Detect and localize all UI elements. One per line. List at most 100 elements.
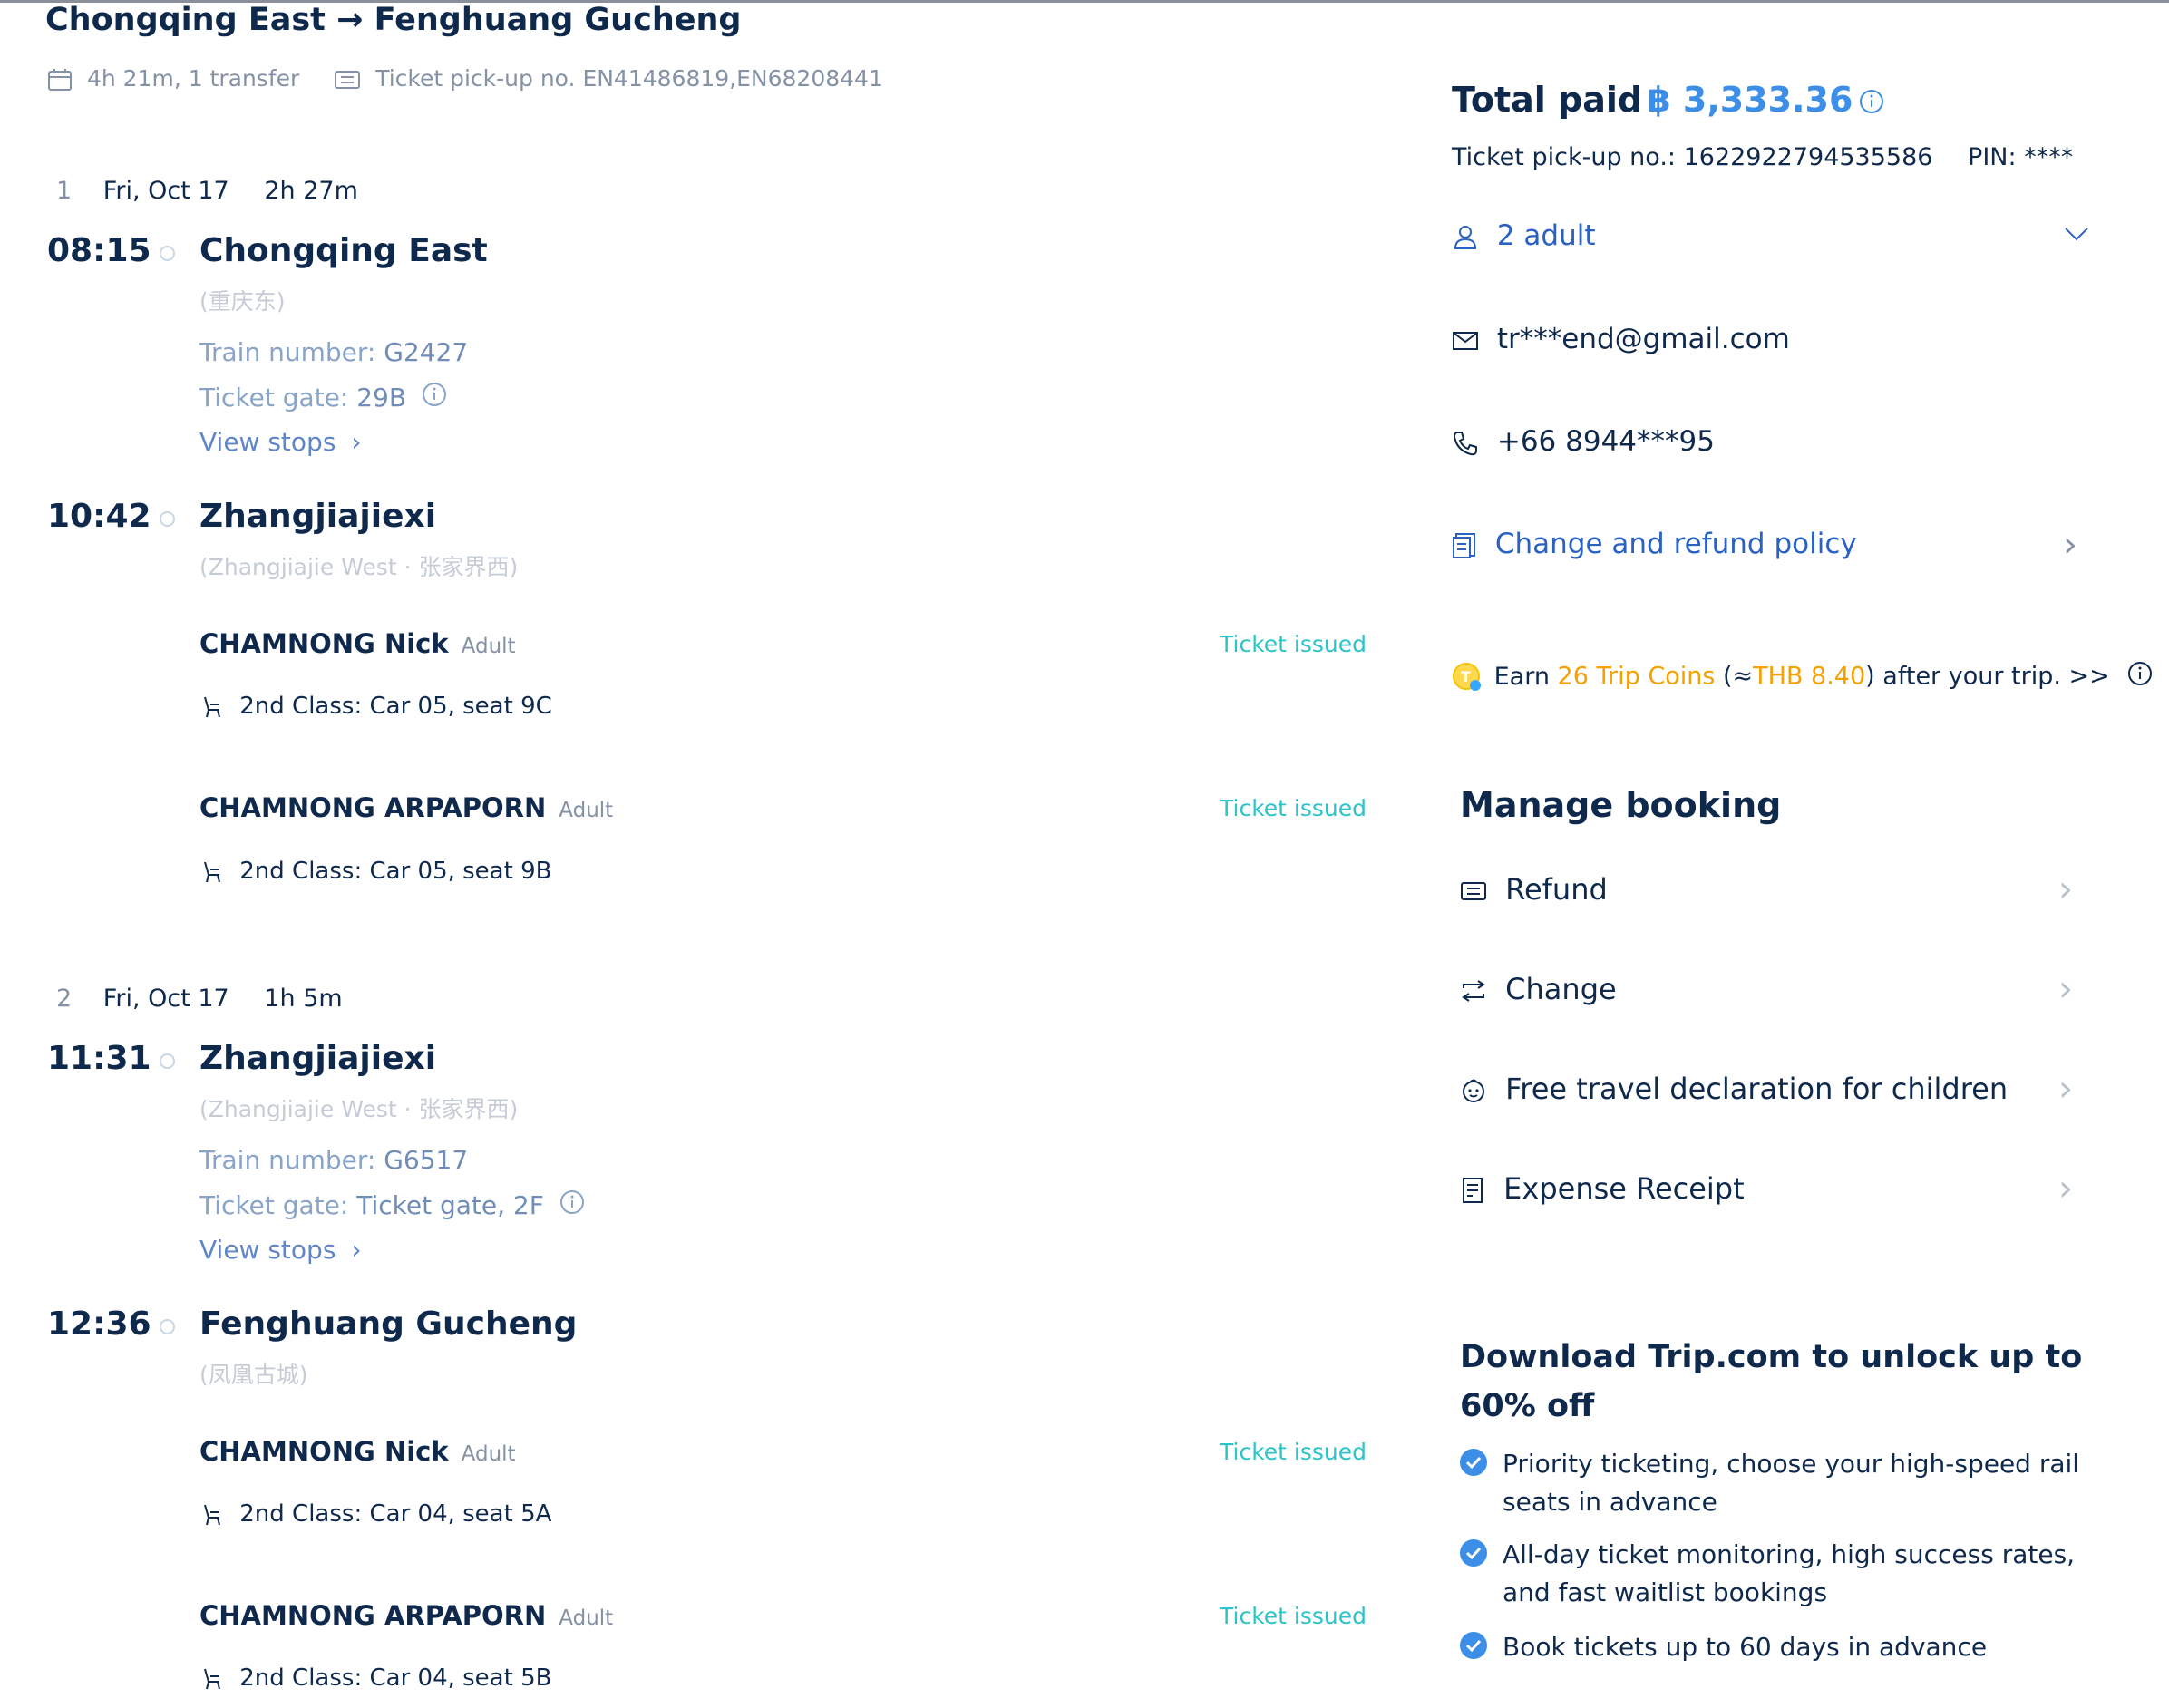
passenger-type: Adult xyxy=(461,635,516,658)
view-stops-label: View stops xyxy=(199,1235,336,1265)
seat-icon xyxy=(204,1668,220,1689)
route-destination: Fenghuang Gucheng xyxy=(374,2,742,38)
promo-bullet-text: Book tickets up to 60 days in advance xyxy=(1503,1632,1988,1662)
manage-booking-title: Manage booking xyxy=(1460,785,1782,825)
leg-index: 2 xyxy=(56,985,73,1013)
promo-bullet xyxy=(1459,1538,1488,1571)
manage-refund-label: Refund xyxy=(1505,872,1608,907)
check-circle-icon xyxy=(1460,1449,1487,1476)
passenger-name: CHAMNONG Nick Adult xyxy=(199,1436,516,1467)
depart-station: Chongqing East xyxy=(199,232,488,269)
manage-refund[interactable]: Refund xyxy=(1460,872,1608,907)
leg-duration: 1h 5m xyxy=(264,985,343,1013)
passenger-count[interactable]: 2 adult xyxy=(1452,219,1596,252)
pickup-numbers: EN41486819,EN68208441 xyxy=(582,65,883,92)
train-number-label: Train number: xyxy=(199,1145,376,1175)
arrive-station: Zhangjiajiexi xyxy=(199,498,437,535)
seat-icon xyxy=(204,1504,220,1525)
change-refund-policy-link[interactable]: Change and refund policy xyxy=(1452,528,1857,560)
chevron-right-icon[interactable]: › xyxy=(2058,1068,2073,1110)
phone-value: +66 8944***95 xyxy=(1496,425,1715,458)
check-circle-icon xyxy=(1460,1539,1487,1567)
view-stops-link[interactable]: View stops › xyxy=(199,427,362,457)
promo-bullet xyxy=(1459,1631,1488,1664)
ticket-gate-row: Ticket gate: Ticket gate, 2F xyxy=(199,1190,585,1220)
timeline-dot xyxy=(160,1319,175,1334)
chevron-right-icon[interactable]: › xyxy=(2063,524,2077,566)
leg-date: Fri, Oct 17 xyxy=(102,985,229,1013)
chevron-right-icon[interactable]: › xyxy=(2058,869,2073,910)
info-icon[interactable] xyxy=(422,382,447,407)
depart-station-sub: (Zhangjiajie West · 张家界西) xyxy=(199,1096,519,1122)
trip-duration: 4h 21m, 1 transfer xyxy=(86,65,300,92)
seat-text: 2nd Class: Car 04, seat 5B xyxy=(239,1664,552,1692)
chevron-right-icon[interactable]: › xyxy=(2058,1168,2073,1209)
timeline-dot xyxy=(160,1053,175,1069)
promo-bullet xyxy=(1459,1448,1488,1480)
manage-change[interactable]: Change xyxy=(1460,972,1617,1006)
leg-duration: 2h 27m xyxy=(264,177,358,205)
phone-row: +66 8944***95 xyxy=(1452,425,1715,458)
calendar-icon xyxy=(48,69,72,91)
view-stops-link[interactable]: View stops › xyxy=(199,1235,362,1265)
ticket-gate-label: Ticket gate: xyxy=(199,1190,349,1220)
pin-value: **** xyxy=(2024,143,2074,171)
ticket-icon xyxy=(335,71,361,89)
promo-bullet-text: All-day ticket monitoring, high success … xyxy=(1503,1539,2076,1607)
arrive-station: Fenghuang Gucheng xyxy=(199,1305,578,1343)
phone-icon xyxy=(1453,431,1477,455)
ticket-status: Ticket issued xyxy=(1220,795,1367,821)
total-paid: Total paid ฿ 3,333.36 xyxy=(1452,80,1885,120)
mail-icon xyxy=(1453,331,1478,350)
info-icon[interactable] xyxy=(559,1189,585,1215)
seat-text: 2nd Class: Car 04, seat 5A xyxy=(239,1500,552,1528)
info-icon[interactable] xyxy=(2126,660,2154,687)
policy-label: Change and refund policy xyxy=(1494,528,1857,560)
swap-icon xyxy=(1462,980,1485,1002)
manage-expense-receipt[interactable]: Expense Receipt xyxy=(1460,1171,1745,1206)
ticket-status: Ticket issued xyxy=(1220,1439,1367,1465)
person-icon xyxy=(1454,225,1477,249)
coins-earn: Earn xyxy=(1493,662,1550,691)
trip-coins-banner[interactable]: T Earn 26 Trip Coins (≈THB 8.40) after y… xyxy=(1452,662,2154,693)
ticket-gate: Ticket gate, 2F xyxy=(356,1190,544,1220)
total-label: Total paid xyxy=(1452,80,1643,120)
depart-time: 11:31 xyxy=(47,1040,151,1077)
summary-pickup-label: Ticket pick-up no.: xyxy=(1452,143,1676,171)
svg-text:T: T xyxy=(1461,668,1471,685)
passenger-count-label: 2 adult xyxy=(1496,219,1596,252)
promo-bullet-text: Priority ticketing, choose your high-spe… xyxy=(1503,1449,2080,1517)
coins-approx: (≈ xyxy=(1722,662,1754,691)
timeline-dot xyxy=(160,511,175,527)
ticket-gate-label: Ticket gate: xyxy=(199,383,349,412)
chevron-down-icon[interactable] xyxy=(2063,225,2090,243)
child-face-icon xyxy=(1463,1079,1484,1102)
receipt-icon xyxy=(1463,1178,1483,1203)
chevron-right-icon[interactable]: › xyxy=(2058,968,2073,1010)
passenger-name-text: CHAMNONG ARPAPORN xyxy=(199,792,547,823)
passenger-name: CHAMNONG ARPAPORN Adult xyxy=(199,792,613,823)
summary-pickup-number: 1622922794535586 xyxy=(1683,143,1933,171)
arrive-time: 12:36 xyxy=(47,1305,151,1343)
coin-icon: T xyxy=(1453,663,1481,691)
manage-expense-receipt-label: Expense Receipt xyxy=(1503,1171,1745,1206)
depart-station-sub: (重庆东) xyxy=(199,288,286,315)
leg-date: Fri, Oct 17 xyxy=(102,177,229,205)
trip-meta: 4h 21m, 1 transfer Ticket pick-up no. EN… xyxy=(47,65,883,92)
route-title: Chongqing East → Fenghuang Gucheng xyxy=(45,2,741,38)
depart-station: Zhangjiajiexi xyxy=(199,1040,437,1077)
passenger-name-text: CHAMNONG Nick xyxy=(199,1436,449,1467)
manage-free-travel-children[interactable]: Free travel declaration for children xyxy=(1460,1072,2008,1106)
passenger-name-text: CHAMNONG Nick xyxy=(199,628,449,659)
seat-text: 2nd Class: Car 05, seat 9C xyxy=(239,693,552,720)
ticket-gate-row: Ticket gate: 29B xyxy=(199,383,447,412)
seat-info: 2nd Class: Car 04, seat 5A xyxy=(199,1500,551,1528)
chevron-right-icon: › xyxy=(351,427,362,457)
seat-icon xyxy=(204,861,220,882)
info-icon[interactable] xyxy=(1858,88,1885,115)
arrive-time: 10:42 xyxy=(47,498,151,535)
pin-label: PIN: xyxy=(1968,143,2017,171)
leg-index: 1 xyxy=(56,177,73,205)
coins-thb: THB 8.40 xyxy=(1753,662,1866,691)
view-stops-label: View stops xyxy=(199,427,336,457)
